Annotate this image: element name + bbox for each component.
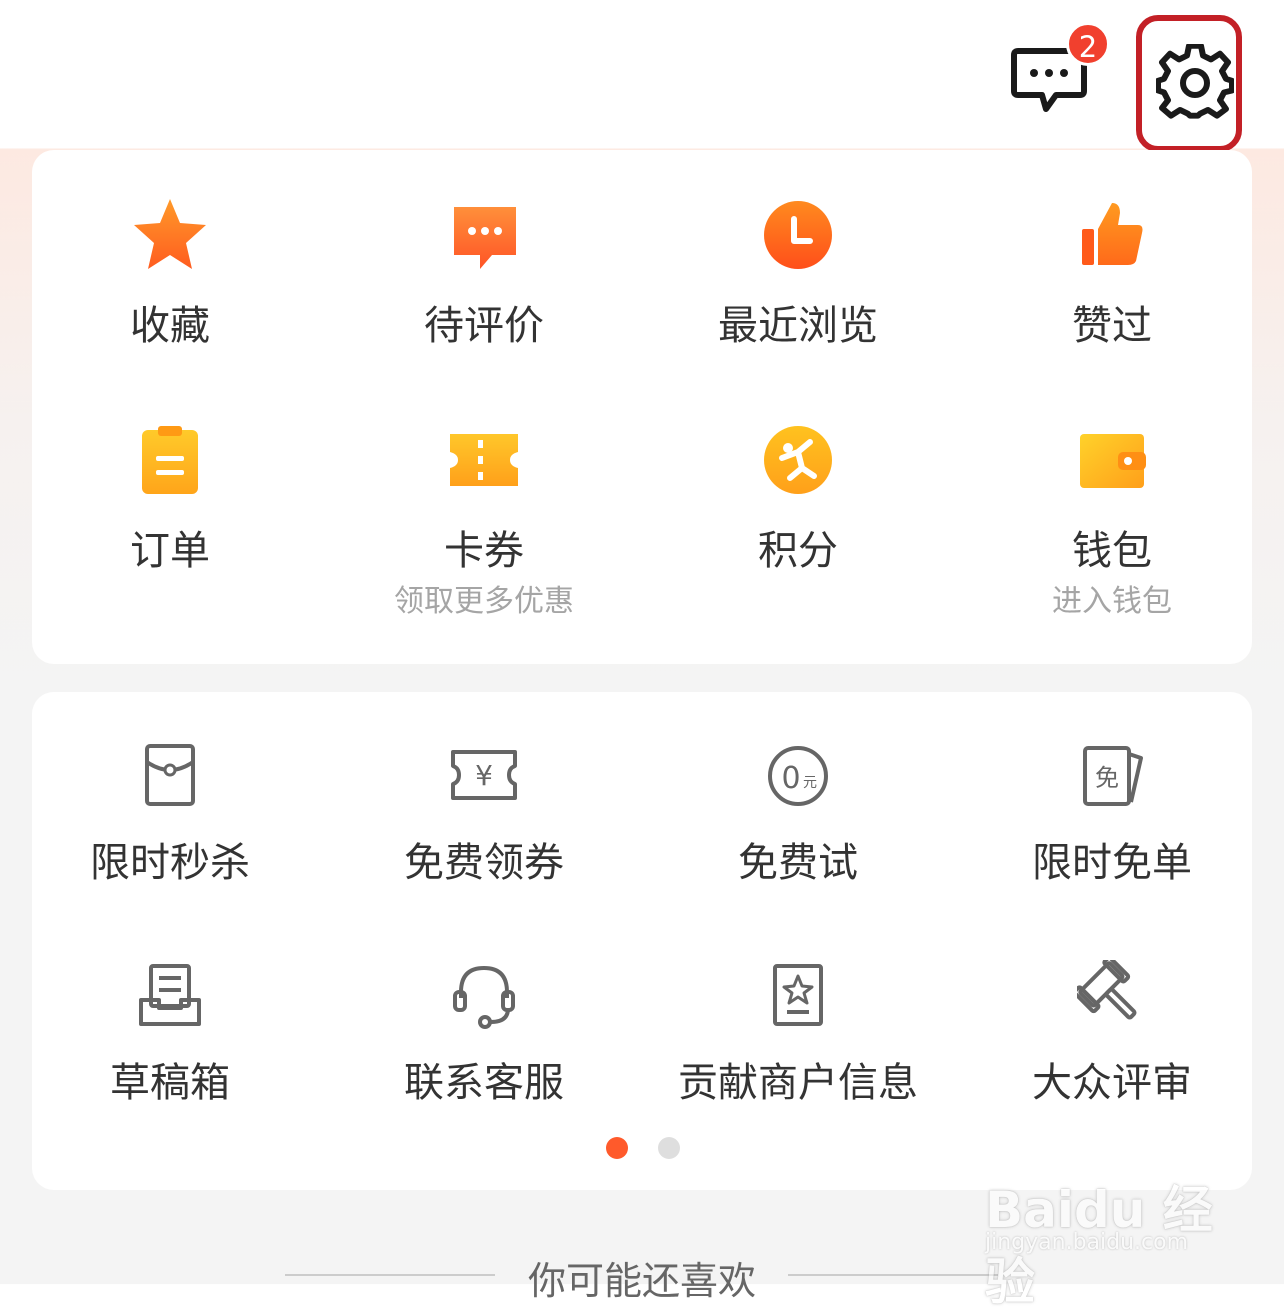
service-label: 限时秒杀 xyxy=(90,840,250,886)
service-label: 积分 xyxy=(758,528,838,574)
service-label: 赞过 xyxy=(1072,303,1152,349)
service-label: 贡献商户信息 xyxy=(678,1060,918,1106)
shop-info-icon xyxy=(773,964,823,1026)
more-services-card xyxy=(32,692,1252,1190)
service-sublabel: 领取更多优惠 xyxy=(394,584,574,619)
service-sublabel: 进入钱包 xyxy=(1052,584,1172,619)
message-count-badge: 2 xyxy=(1066,22,1110,66)
service-label: 最近浏览 xyxy=(718,303,878,349)
free-ticket-icon: 免 xyxy=(1083,746,1143,806)
thumbs-up-icon xyxy=(1082,203,1143,265)
ticket-icon xyxy=(450,434,518,486)
gavel-icon xyxy=(1077,960,1137,1020)
service-label: 免费试 xyxy=(738,840,858,886)
points-icon xyxy=(764,426,832,494)
service-label: 订单 xyxy=(130,528,210,574)
watermark-url: jingyan.baidu.com xyxy=(985,1230,1189,1255)
service-label: 联系客服 xyxy=(404,1060,564,1106)
comment-icon xyxy=(454,207,516,269)
headset-icon xyxy=(453,965,515,1029)
service-label: 限时免单 xyxy=(1032,840,1192,886)
clipboard-icon xyxy=(142,426,198,494)
service-label: 免费领券 xyxy=(404,840,564,886)
star-icon xyxy=(134,199,206,269)
baidu-watermark: Baidu 经验 jingyan.baidu.com xyxy=(985,1150,1225,1311)
settings-highlight-box xyxy=(1136,15,1242,152)
pager-dot[interactable] xyxy=(658,1137,680,1159)
service-label: 收藏 xyxy=(130,303,210,349)
wallet-icon xyxy=(1080,434,1146,488)
draft-box-icon xyxy=(139,964,201,1026)
service-label: 钱包 xyxy=(1072,528,1152,574)
pager-dot-active[interactable] xyxy=(606,1137,628,1159)
svg-text:0: 0 xyxy=(781,761,800,796)
svg-text:¥: ¥ xyxy=(475,759,493,792)
svg-text:元: 元 xyxy=(803,775,817,791)
service-label: 草稿箱 xyxy=(110,1060,230,1106)
svg-text:免: 免 xyxy=(1095,764,1119,792)
clock-icon xyxy=(764,201,832,269)
red-envelope-icon xyxy=(145,744,195,806)
service-label: 待评价 xyxy=(424,303,544,349)
service-label: 卡券 xyxy=(444,528,524,574)
zero-yuan-icon: 0 元 xyxy=(768,746,828,806)
service-label: 大众评审 xyxy=(1032,1060,1192,1106)
yen-coupon-icon: ¥ xyxy=(451,750,517,800)
